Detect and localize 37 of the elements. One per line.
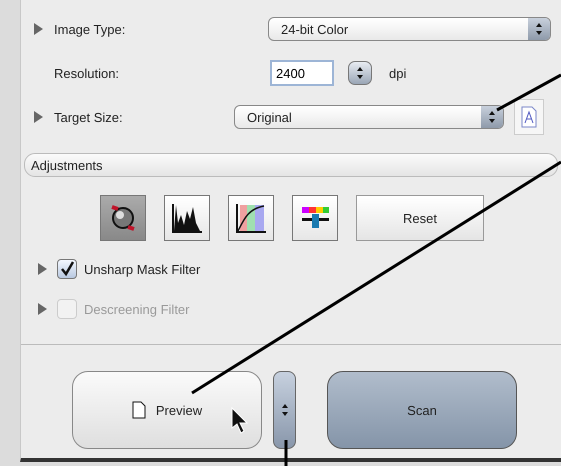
filter-label: Unsharp Mask Filter: [84, 262, 200, 276]
curves-icon: [234, 201, 268, 235]
up-down-icon: [356, 66, 364, 80]
document-icon: [132, 401, 146, 419]
disclosure-triangle[interactable]: [38, 263, 47, 275]
setting-label: Target Size:: [54, 110, 124, 124]
mouse-pointer-icon: [232, 406, 248, 434]
document-button[interactable]: [514, 99, 544, 135]
setting-label: Image Type:: [54, 22, 126, 36]
adjustment-tool-button[interactable]: [228, 195, 274, 241]
leader-line: [496, 74, 561, 112]
disclosure-triangle[interactable]: [34, 111, 43, 123]
histogram-icon: [170, 201, 204, 235]
popup-menu[interactable]: Original: [234, 105, 504, 129]
up-down-icon: [488, 110, 496, 124]
popup-menu[interactable]: 24-bit Color: [268, 17, 551, 41]
setting-label: Resolution:: [54, 66, 120, 80]
preview-button[interactable]: Preview: [72, 371, 262, 449]
adjustment-tool-button[interactable]: [100, 195, 146, 241]
stepper-button[interactable]: [348, 61, 372, 85]
unit-label: dpi: [389, 66, 406, 80]
resolution-field[interactable]: 2400: [270, 60, 334, 86]
adjustment-tool-button[interactable]: [164, 195, 210, 241]
up-down-icon: [280, 403, 288, 417]
filter-label: Descreening Filter: [84, 302, 190, 316]
up-down-icon: [535, 22, 543, 36]
adjustment-tool-button[interactable]: [292, 195, 338, 241]
checkmark-icon: [59, 261, 75, 277]
section-title: Adjustments: [31, 158, 103, 172]
mode-stepper-button[interactable]: [273, 371, 296, 449]
document-icon: [521, 106, 537, 128]
disclosure-triangle[interactable]: [34, 23, 43, 35]
checkbox[interactable]: [57, 259, 77, 279]
disclosure-triangle[interactable]: [38, 303, 47, 315]
scan-button[interactable]: Scan: [327, 371, 517, 449]
leader-line: [284, 440, 288, 466]
reset-button[interactable]: Reset: [356, 195, 484, 241]
